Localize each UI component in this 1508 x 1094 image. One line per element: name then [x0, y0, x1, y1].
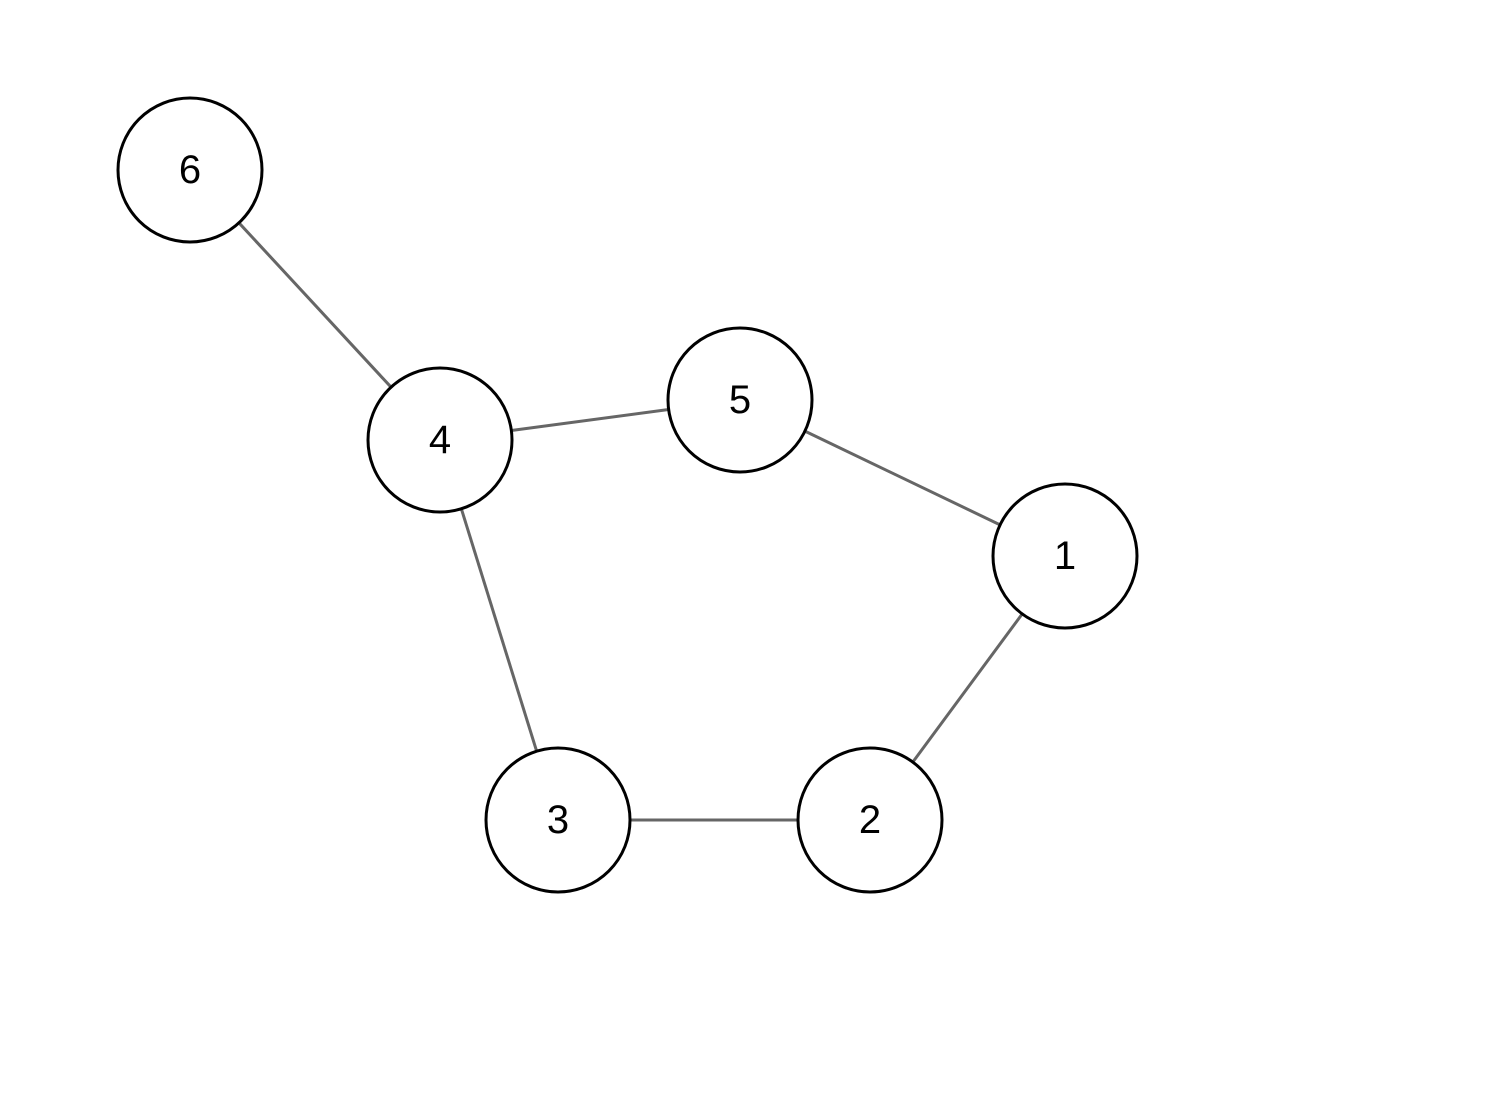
edge-6-4 — [239, 223, 391, 387]
node-6[interactable]: 6 — [118, 98, 262, 242]
node-label-6: 6 — [179, 148, 201, 192]
node-5[interactable]: 5 — [668, 328, 812, 472]
edge-5-1 — [805, 431, 1000, 525]
graph-diagram: 1 2 3 4 5 6 — [0, 0, 1508, 1094]
edges-layer — [239, 223, 1022, 820]
edge-4-5 — [511, 410, 668, 431]
node-label-4: 4 — [429, 418, 451, 462]
edge-3-4 — [461, 509, 536, 751]
edge-1-2 — [913, 614, 1022, 762]
node-2[interactable]: 2 — [798, 748, 942, 892]
node-label-1: 1 — [1054, 534, 1076, 578]
node-1[interactable]: 1 — [993, 484, 1137, 628]
node-label-2: 2 — [859, 798, 881, 842]
node-label-5: 5 — [729, 378, 751, 422]
nodes-layer: 1 2 3 4 5 6 — [118, 98, 1137, 892]
node-4[interactable]: 4 — [368, 368, 512, 512]
node-3[interactable]: 3 — [486, 748, 630, 892]
node-label-3: 3 — [547, 798, 569, 842]
